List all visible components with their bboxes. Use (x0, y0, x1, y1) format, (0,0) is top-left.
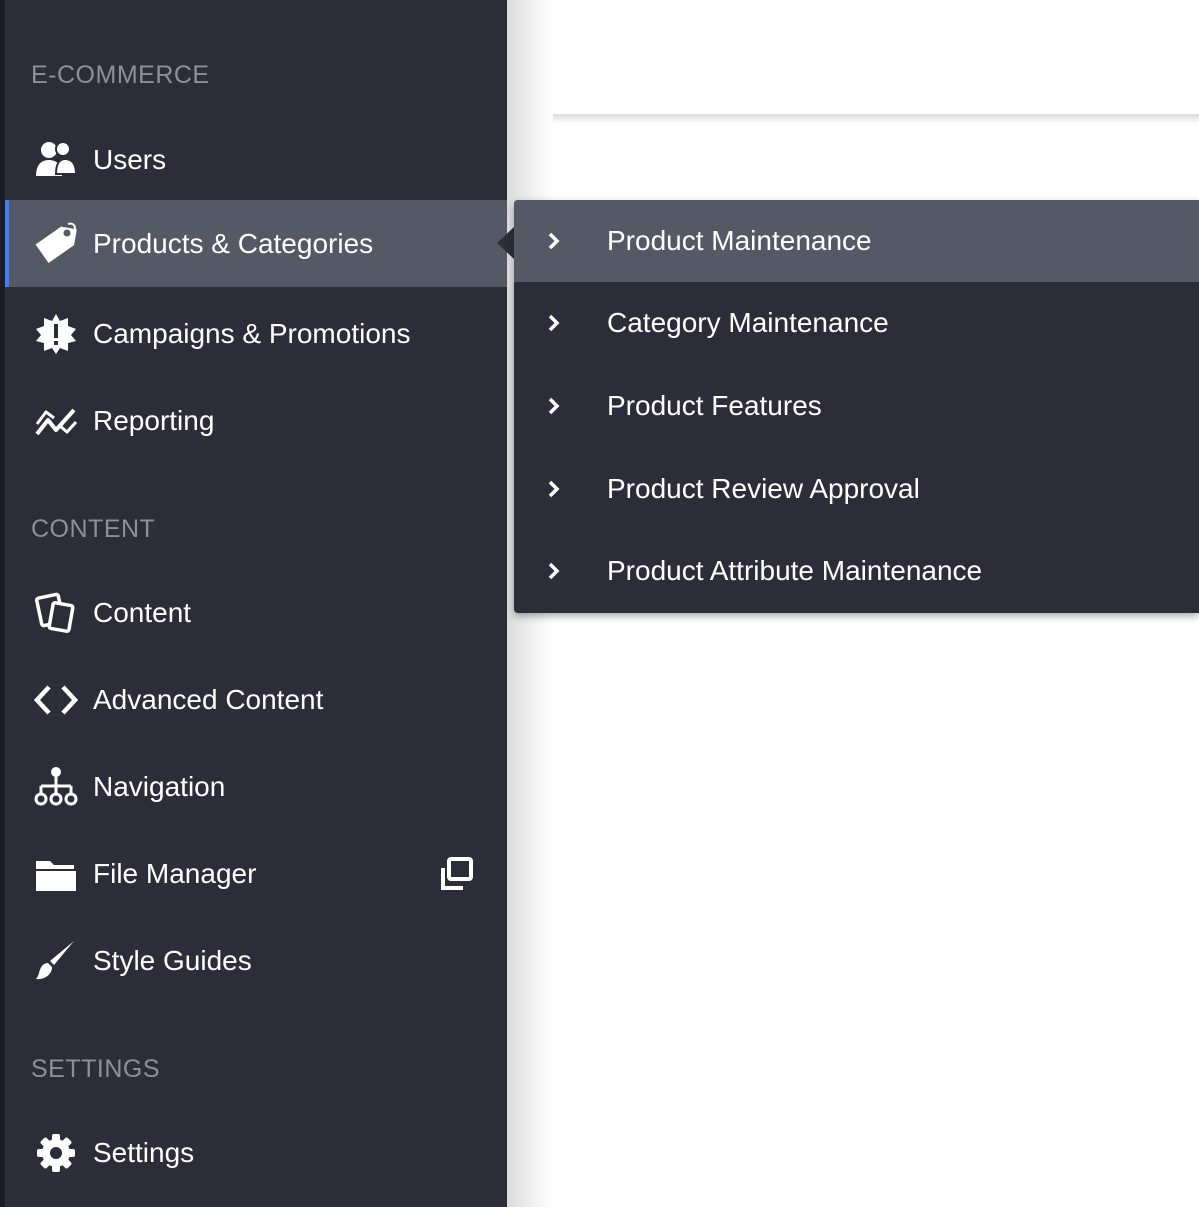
submenu-item-label: Product Maintenance (607, 225, 872, 256)
sidebar-item-label: File Manager (93, 857, 257, 889)
submenu-flyout: Product Maintenance Category Maintenance… (514, 200, 1199, 613)
chevron-right-icon (544, 229, 564, 253)
badge-icon (33, 311, 79, 357)
sidebar-item-reporting[interactable]: Reporting (5, 377, 507, 464)
gear-icon (33, 1130, 79, 1176)
sidebar-item-label: Products & Categories (93, 227, 374, 259)
chevron-right-icon (544, 311, 564, 335)
submenu-item-label: Category Maintenance (607, 307, 889, 338)
folder-icon (33, 851, 79, 897)
chevron-right-icon (544, 394, 564, 418)
chevron-right-icon (544, 477, 564, 501)
sidebar-item-label: Content (93, 596, 192, 628)
chevron-right-icon (544, 559, 564, 583)
sidebar-item-label: Style Guides (93, 944, 252, 976)
sidebar-item-campaigns-promotions[interactable]: Campaigns & Promotions (5, 290, 507, 377)
submenu-item-product-maintenance[interactable]: Product Maintenance (514, 200, 1199, 282)
sidebar-item-advanced-content[interactable]: Advanced Content (5, 656, 507, 743)
section-label-settings: SETTINGS (31, 1055, 161, 1083)
sidebar-item-style-guides[interactable]: Style Guides (5, 917, 507, 1004)
flyout-pointer (497, 227, 514, 259)
submenu-item-label: Product Review Approval (607, 473, 920, 504)
sidebar-item-products-categories[interactable]: Products & Categories (5, 200, 507, 287)
external-window-icon[interactable] (437, 854, 477, 894)
submenu-item-label: Product Attribute Maintenance (607, 555, 983, 586)
submenu-item-product-features[interactable]: Product Features (514, 365, 1199, 447)
sitemap-icon (33, 764, 79, 810)
users-icon (33, 137, 79, 183)
header-divider (553, 114, 1199, 124)
sidebar-item-label: Users (93, 143, 167, 175)
sidebar-item-file-manager[interactable]: File Manager (5, 830, 507, 917)
sidebar-item-settings[interactable]: Settings (5, 1109, 507, 1196)
section-label-ecommerce: E-COMMERCE (31, 61, 210, 89)
submenu-item-label: Product Features (607, 390, 822, 421)
sidebar-item-content[interactable]: Content (5, 569, 507, 656)
sidebar-item-label: Settings (93, 1136, 195, 1168)
tag-icon (33, 221, 79, 267)
code-icon (33, 677, 79, 723)
brush-icon (33, 938, 79, 984)
sidebar-item-users[interactable]: Users (5, 116, 507, 203)
section-label-content: CONTENT (31, 515, 156, 543)
sidebar: E-COMMERCE Users Products & Categories C… (0, 0, 507, 1207)
sidebar-item-label: Reporting (93, 404, 215, 436)
sidebar-item-label: Campaigns & Promotions (93, 317, 411, 349)
submenu-item-product-review-approval[interactable]: Product Review Approval (514, 448, 1199, 530)
chart-line-icon (33, 398, 79, 444)
sidebar-item-label: Navigation (93, 770, 226, 802)
submenu-item-category-maintenance[interactable]: Category Maintenance (514, 282, 1199, 364)
submenu-item-product-attribute-maintenance[interactable]: Product Attribute Maintenance (514, 530, 1199, 612)
sidebar-item-label: Advanced Content (93, 683, 324, 715)
sidebar-item-navigation[interactable]: Navigation (5, 743, 507, 830)
page: E-COMMERCE Users Products & Categories C… (0, 0, 1199, 1207)
documents-icon (33, 590, 79, 636)
